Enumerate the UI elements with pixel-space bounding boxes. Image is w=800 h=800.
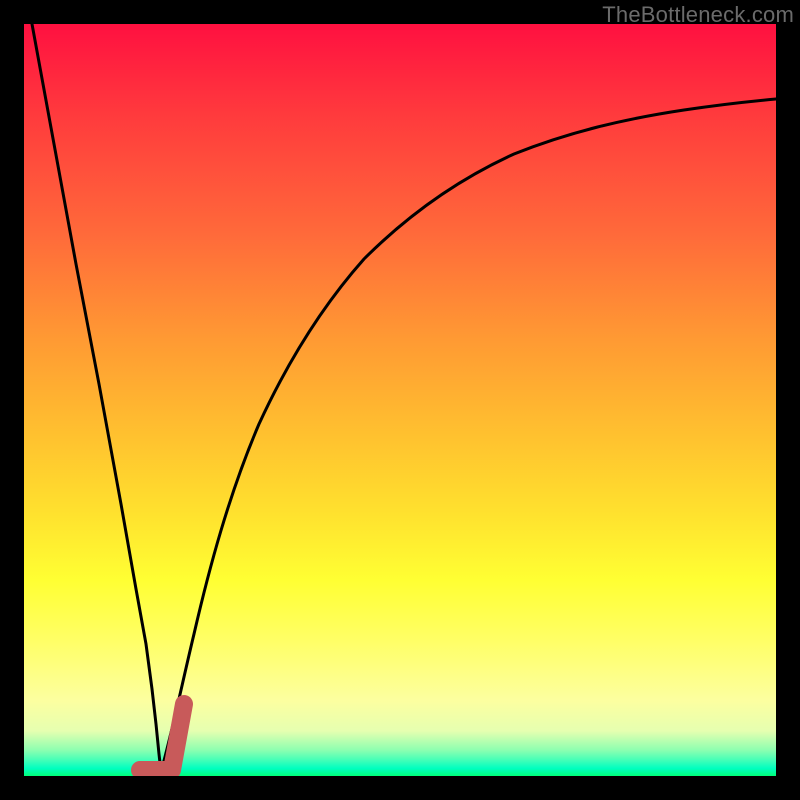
chart-frame: TheBottleneck.com [0,0,800,800]
plot-area [24,24,776,776]
curve-right-branch [161,99,776,772]
minimum-marker [140,704,184,770]
chart-svg [24,24,776,776]
curve-left-branch [32,24,161,772]
